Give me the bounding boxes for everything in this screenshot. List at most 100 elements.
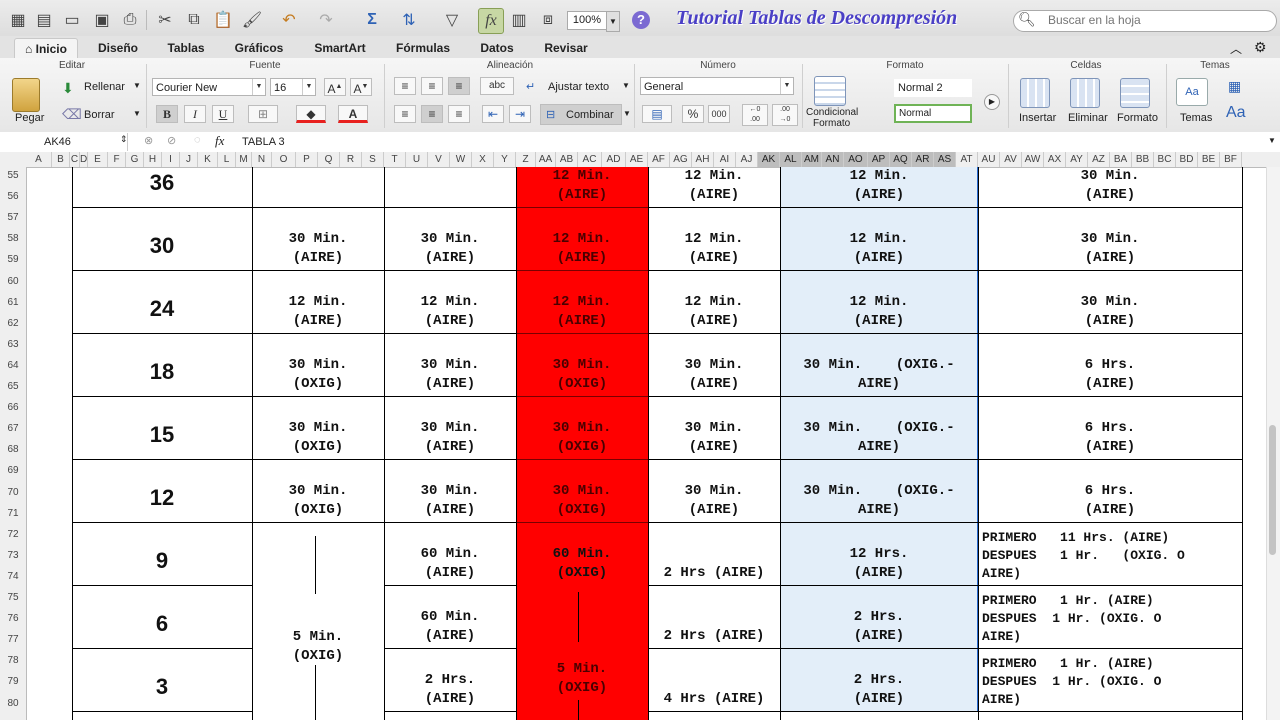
font-color-button[interactable]: A [338, 105, 368, 123]
column-header[interactable]: AP [868, 152, 890, 167]
column-header[interactable]: D [80, 152, 88, 167]
table-cell[interactable]: 30 Min. (AIRE) [978, 293, 1242, 331]
orientation-button[interactable]: abc [480, 77, 514, 95]
table-cell[interactable]: 60 Min. (OXIG) [516, 545, 648, 583]
undo-icon[interactable]: ↶ [277, 8, 301, 32]
column-header[interactable]: AZ [1088, 152, 1110, 167]
fill-color-button[interactable]: ◆ [296, 105, 326, 123]
row-header[interactable]: 71 [0, 508, 26, 519]
shrink-font-button[interactable]: A▼ [350, 78, 372, 96]
thousands-button[interactable]: 000 [708, 105, 730, 123]
cancel-icon[interactable]: ⊗ [144, 134, 153, 147]
row-header[interactable]: 70 [0, 487, 26, 498]
column-header[interactable]: Q [318, 152, 340, 167]
column-header[interactable]: T [384, 152, 406, 167]
row-header[interactable]: 79 [0, 676, 26, 687]
autosum-icon[interactable]: Σ [360, 8, 384, 32]
underline-button[interactable]: U [212, 105, 234, 123]
chevron-down-icon[interactable]: ▼ [623, 109, 631, 118]
column-header[interactable]: R [340, 152, 362, 167]
table-cell[interactable]: 30 Min. (OXIG.- AIRE) [780, 419, 978, 457]
align-top-button[interactable]: ≡ [394, 77, 416, 95]
table-cell[interactable]: 12 Min. (AIRE) [780, 230, 978, 268]
tab-formulas[interactable]: Fórmulas [388, 38, 458, 58]
insert-cells-icon[interactable] [1020, 78, 1050, 108]
table-cell[interactable]: 6 Hrs. (AIRE) [978, 482, 1242, 520]
themes-icon[interactable]: Aa [1176, 78, 1208, 106]
name-box[interactable]: AK46 [0, 133, 128, 151]
column-header[interactable]: AD [602, 152, 626, 167]
column-header[interactable]: AU [978, 152, 1000, 167]
tab-inicio[interactable]: ⌂ Inicio [14, 38, 78, 59]
font-size-select[interactable]: 16 ▼ [270, 78, 316, 96]
column-header[interactable]: P [296, 152, 318, 167]
column-header[interactable]: Y [494, 152, 516, 167]
fx-icon[interactable]: fx [215, 133, 224, 149]
align-bottom-button[interactable]: ≡ [448, 77, 470, 95]
format-cells-icon[interactable] [1120, 78, 1150, 108]
row-header[interactable]: 75 [0, 592, 26, 603]
table-cell[interactable]: 60 Min. (AIRE) [384, 545, 516, 583]
chevron-down-icon[interactable]: ▼ [1268, 136, 1276, 145]
column-header[interactable]: AT [956, 152, 978, 167]
column-header[interactable]: AH [692, 152, 714, 167]
decrease-decimal-button[interactable]: .00 →0 [772, 104, 798, 126]
tab-datos[interactable]: Datos [472, 38, 522, 58]
table-cell[interactable]: 12 Min. (AIRE) [384, 293, 516, 331]
table-cell[interactable]: PRIMERO 1 Hr. (AIRE) DESPUES 1 Hr. (OXIG… [978, 592, 1242, 646]
column-header[interactable]: AN [822, 152, 844, 167]
column-header[interactable]: X [472, 152, 494, 167]
chevron-down-icon[interactable]: ▼ [606, 11, 620, 32]
column-header[interactable]: B [52, 152, 70, 167]
column-header[interactable]: C [70, 152, 80, 167]
column-header[interactable]: W [450, 152, 472, 167]
increase-indent-button[interactable]: ⇥ [509, 105, 531, 123]
column-header[interactable]: BA [1110, 152, 1132, 167]
align-left-button[interactable]: ≡ [394, 105, 416, 123]
decrease-indent-button[interactable]: ⇤ [482, 105, 504, 123]
column-header[interactable]: AS [934, 152, 956, 167]
column-header[interactable]: AR [912, 152, 934, 167]
column-header[interactable]: S [362, 152, 384, 167]
table-cell[interactable]: 30 Min. (AIRE) [384, 356, 516, 394]
row-header[interactable]: 80 [0, 698, 26, 709]
table-cell[interactable]: 12 Min. (AIRE) [780, 167, 978, 205]
column-header[interactable]: BF [1220, 152, 1242, 167]
row-header[interactable]: 65 [0, 381, 26, 392]
column-header[interactable]: L [218, 152, 236, 167]
table-cell[interactable]: 30 Min. (AIRE) [978, 230, 1242, 268]
table-cell[interactable]: PRIMERO 11 Hrs. (AIRE) DESPUES 1 Hr. (OX… [978, 529, 1242, 583]
table-cell[interactable]: 30 Min. (OXIG) [516, 482, 648, 520]
paste-icon[interactable]: 📋 [211, 8, 235, 32]
bold-button[interactable]: B [156, 105, 178, 123]
paste-button[interactable]: Pegar [15, 112, 44, 124]
sort-icon[interactable]: ⇅ [397, 8, 421, 32]
confirm-icon[interactable]: ⊘ [167, 134, 176, 147]
row-header[interactable]: 57 [0, 212, 26, 223]
format-button[interactable]: Formato [1117, 112, 1158, 124]
scrollbar-thumb[interactable] [1269, 425, 1276, 555]
style-normal[interactable]: Normal [894, 104, 972, 123]
table-cell[interactable]: 30 Min. (OXIG) [252, 482, 384, 520]
column-header[interactable]: H [144, 152, 162, 167]
save-icon[interactable]: ▣ [90, 8, 114, 32]
cut-icon[interactable]: ✂ [153, 8, 177, 32]
row-header[interactable]: 73 [0, 550, 26, 561]
table-cell[interactable]: PRIMERO 1 Hr. (AIRE) DESPUES 1 Hr. (OXIG… [978, 655, 1242, 709]
column-header[interactable]: E [88, 152, 108, 167]
table-cell[interactable]: 30 Min. (AIRE) [978, 167, 1242, 205]
column-header[interactable]: AL [780, 152, 802, 167]
filter-icon[interactable]: ▽ [440, 8, 464, 32]
collapse-ribbon-icon[interactable]: ︿ [1230, 40, 1242, 57]
row-header[interactable]: 60 [0, 276, 26, 287]
column-header[interactable]: AK [758, 152, 780, 167]
conditional-format-icon[interactable] [814, 76, 846, 106]
table-cell[interactable]: 6 Hrs. (AIRE) [978, 356, 1242, 394]
table-cell[interactable]: 2 Hrs (AIRE) [648, 564, 780, 583]
insert-button[interactable]: Insertar [1019, 112, 1056, 124]
chevron-down-icon[interactable]: ▼ [622, 81, 630, 90]
table-cell[interactable]: 12 Min. (AIRE) [648, 167, 780, 205]
row-header[interactable]: 77 [0, 634, 26, 645]
column-header[interactable]: G [126, 152, 144, 167]
table-cell[interactable]: 2 Hrs. (AIRE) [384, 671, 516, 709]
